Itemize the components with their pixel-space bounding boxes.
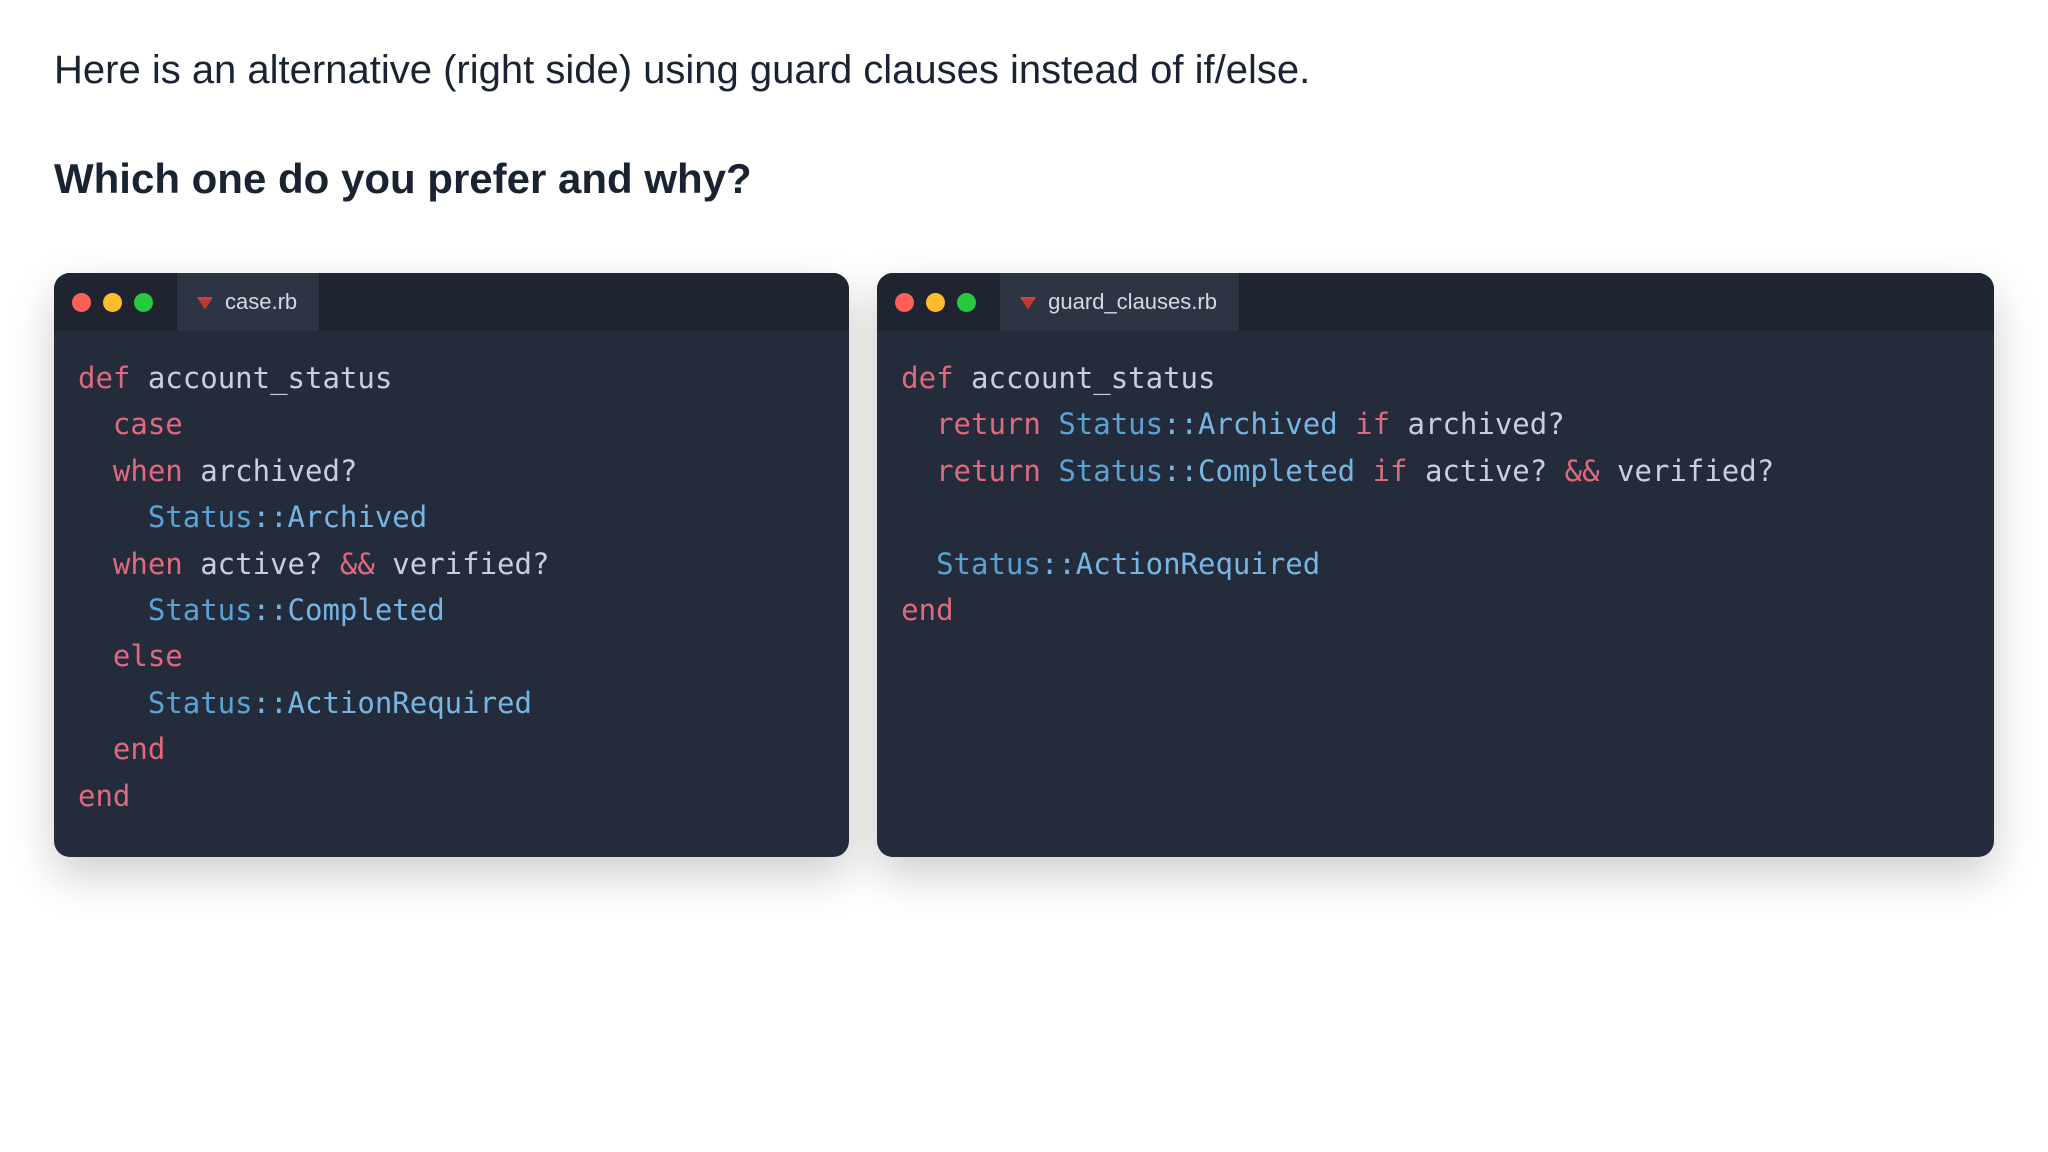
minimize-icon[interactable] (926, 293, 945, 312)
tab-guard[interactable]: guard_clauses.rb (1000, 273, 1239, 331)
titlebar-left: case.rb (54, 273, 849, 331)
ruby-icon (1018, 292, 1038, 312)
tab-label-right: guard_clauses.rb (1048, 289, 1217, 315)
code-block-right: def account_status return Status::Archiv… (877, 331, 1994, 671)
tab-label-left: case.rb (225, 289, 297, 315)
editor-guard: guard_clauses.rb def account_status retu… (877, 273, 1994, 857)
question-text: Which one do you prefer and why? (54, 155, 1994, 203)
close-icon[interactable] (895, 293, 914, 312)
editor-row: case.rb def account_status case when arc… (54, 273, 1994, 857)
intro-text: Here is an alternative (right side) usin… (54, 48, 1994, 93)
maximize-icon[interactable] (134, 293, 153, 312)
traffic-lights (895, 293, 976, 312)
minimize-icon[interactable] (103, 293, 122, 312)
editor-case: case.rb def account_status case when arc… (54, 273, 849, 857)
titlebar-right: guard_clauses.rb (877, 273, 1994, 331)
tab-case[interactable]: case.rb (177, 273, 319, 331)
traffic-lights (72, 293, 153, 312)
ruby-icon (195, 292, 215, 312)
close-icon[interactable] (72, 293, 91, 312)
code-block-left: def account_status case when archived? S… (54, 331, 849, 857)
maximize-icon[interactable] (957, 293, 976, 312)
